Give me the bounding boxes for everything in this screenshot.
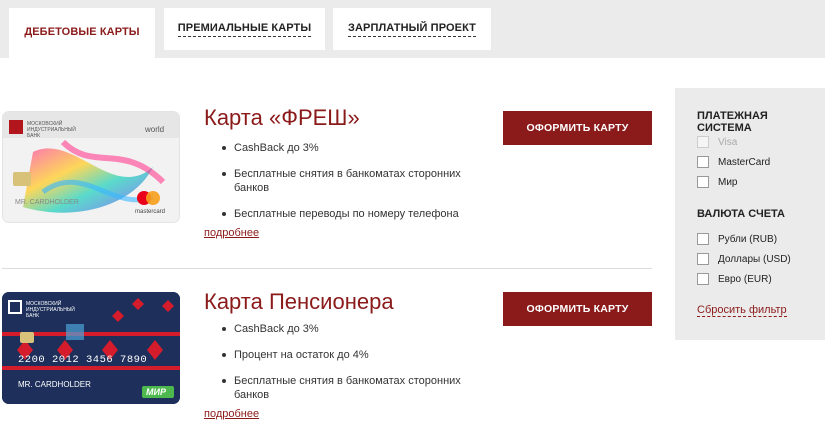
card-tier: world [145,125,165,134]
card-holder: MR. CARDHOLDER [15,199,79,206]
card-network: mastercard [135,209,166,215]
option-label: Мир [718,176,738,188]
feature-list: CashBack до 3% Бесплатные снятия в банко… [222,141,482,233]
option-label: Visa [718,136,738,148]
option-label: Евро (EUR) [718,273,772,285]
checkbox[interactable] [697,273,709,285]
divider [2,268,652,269]
card-bank-name: МОСКОВСКИЙ ИНДУСТРИАЛЬНЫЙ БАНК [26,301,75,319]
tab-debit-cards[interactable]: ДЕБЕТОВЫЕ КАРТЫ [9,8,155,58]
feature-item: CashBack до 3% [222,141,482,155]
more-link[interactable]: подробнее [204,408,259,420]
filter-rub[interactable]: Рубли (RUB) [697,233,777,245]
reset-filter-link[interactable]: Сбросить фильтр [697,304,787,317]
feature-item: Бесплатные снятия в банкоматах сторонних… [222,167,482,195]
feature-list: CashBack до 3% Процент на остаток до 4% … [222,322,482,414]
option-label: Рубли (RUB) [718,233,778,245]
option-label: MasterCard [718,156,771,168]
checkbox[interactable] [697,156,709,168]
filter-mir[interactable]: Мир [697,176,737,188]
apply-button[interactable]: ОФОРМИТЬ КАРТУ [503,111,652,145]
checkbox[interactable] [697,136,709,148]
checkbox[interactable] [697,253,709,265]
option-label: Доллары (USD) [718,253,791,265]
card-bank-name: МОСКОВСКИЙ ИНДУСТРИАЛЬНЫЙ БАНК [27,121,76,139]
more-link[interactable]: подробнее [204,227,259,239]
filter-usd[interactable]: Доллары (USD) [697,253,791,265]
card-image-fresh[interactable]: МОСКОВСКИЙ ИНДУСТРИАЛЬНЫЙ БАНК world MR.… [2,111,180,223]
checkbox[interactable] [697,233,709,245]
tab-label: ДЕБЕТОВЫЕ КАРТЫ [24,26,140,38]
mir-logo: МИР [146,387,166,397]
feature-item: CashBack до 3% [222,322,482,336]
feature-item: Бесплатные снятия в банкоматах сторонних… [222,374,482,402]
apply-button[interactable]: ОФОРМИТЬ КАРТУ [503,292,652,326]
card-title: Карта «ФРЕШ» [204,105,360,130]
filter-eur[interactable]: Евро (EUR) [697,273,772,285]
filter-panel: ПЛАТЕЖНАЯ СИСТЕМА Visa MasterCard Мир ВА… [675,88,825,340]
tab-premium-cards[interactable]: ПРЕМИАЛЬНЫЕ КАРТЫ [164,8,325,50]
feature-item: Бесплатные переводы по номеру телефона [222,207,482,221]
tab-label: ПРЕМИАЛЬНЫЕ КАРТЫ [177,22,312,37]
card-holder: MR. CARDHOLDER [18,380,91,389]
checkbox[interactable] [697,176,709,188]
feature-item: Процент на остаток до 4% [222,348,482,362]
filter-visa[interactable]: Visa [697,136,737,148]
currency-heading: ВАЛЮТА СЧЕТА [697,208,785,220]
bank-logo-icon [9,120,23,134]
payment-system-heading: ПЛАТЕЖНАЯ СИСТЕМА [697,110,768,134]
card-title: Карта Пенсионера [204,289,394,314]
tab-label: ЗАРПЛАТНЫЙ ПРОЕКТ [348,22,476,37]
card-image-pensioner[interactable]: МОСКОВСКИЙ ИНДУСТРИАЛЬНЫЙ БАНК 2200 2012… [2,292,180,404]
tab-salary-project[interactable]: ЗАРПЛАТНЫЙ ПРОЕКТ [333,8,491,50]
card-number: 2200 2012 3456 7890 [18,354,148,366]
tabs-bar: ДЕБЕТОВЫЕ КАРТЫ ПРЕМИАЛЬНЫЕ КАРТЫ ЗАРПЛА… [0,0,825,58]
filter-mastercard[interactable]: MasterCard [697,156,770,168]
